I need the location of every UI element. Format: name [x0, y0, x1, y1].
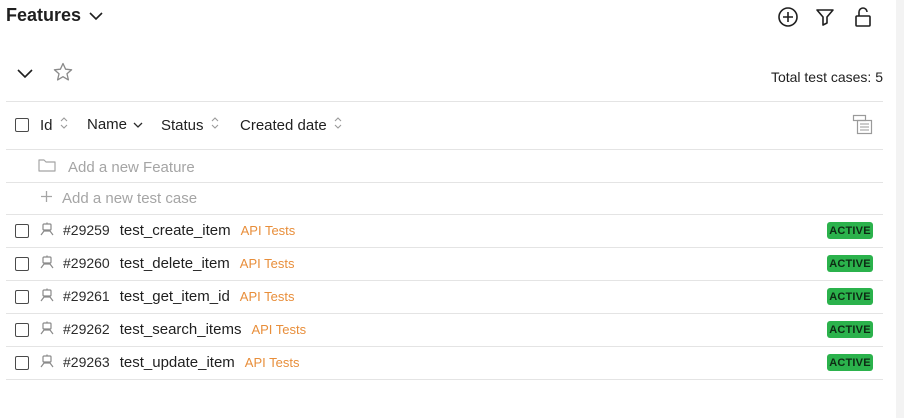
divider — [6, 379, 883, 380]
add-test-case-row[interactable]: Add a new test case — [40, 190, 197, 207]
scrollbar[interactable] — [896, 0, 904, 418]
column-header-created-date[interactable]: Created date — [240, 116, 343, 134]
collapse-chevron-icon[interactable] — [17, 66, 33, 84]
column-header-name[interactable]: Name — [87, 116, 143, 133]
sort-down-icon — [133, 116, 143, 133]
automated-test-icon — [40, 255, 54, 276]
folder-icon — [38, 158, 56, 176]
automated-test-icon — [40, 354, 54, 375]
automated-test-icon — [40, 321, 54, 342]
chevron-down-icon — [89, 5, 103, 26]
test-case-name[interactable]: test_search_items — [120, 321, 242, 338]
columns-settings-icon[interactable] — [852, 114, 874, 141]
test-case-name[interactable]: test_get_item_id — [120, 288, 230, 305]
sort-icon — [333, 116, 343, 134]
status-badge: ACTIVE — [827, 288, 873, 305]
test-case-tag[interactable]: API Tests — [240, 289, 295, 304]
add-test-case-label: Add a new test case — [62, 190, 198, 207]
unlock-icon[interactable] — [851, 5, 875, 29]
page-title-text: Features — [6, 5, 82, 25]
table-row[interactable]: #29260 test_delete_item API Tests ACTIVE — [6, 248, 883, 280]
test-case-name[interactable]: test_delete_item — [120, 255, 230, 272]
filter-icon[interactable] — [813, 5, 837, 29]
row-checkbox[interactable] — [15, 290, 29, 304]
star-icon[interactable] — [53, 62, 73, 87]
test-case-tag[interactable]: API Tests — [240, 256, 295, 271]
test-case-id: #29263 — [63, 354, 110, 370]
row-checkbox[interactable] — [15, 224, 29, 238]
test-case-name[interactable]: test_create_item — [120, 222, 231, 239]
sort-icon — [59, 116, 69, 134]
column-header-created-date-label: Created date — [240, 116, 327, 134]
test-case-tag[interactable]: API Tests — [251, 322, 306, 337]
column-header-name-label: Name — [87, 116, 128, 133]
divider — [6, 149, 883, 150]
total-test-cases: Total test cases: 5 — [770, 69, 883, 85]
table-row[interactable]: #29261 test_get_item_id API Tests ACTIVE — [6, 281, 883, 313]
test-case-id: #29261 — [63, 288, 110, 304]
table-row[interactable]: #29262 test_search_items API Tests ACTIV… — [6, 314, 883, 346]
status-badge: ACTIVE — [827, 321, 873, 338]
add-feature-row[interactable]: Add a new Feature — [38, 158, 195, 176]
test-case-id: #29259 — [63, 222, 110, 238]
column-header-status-label: Status — [161, 116, 204, 134]
test-case-name[interactable]: test_update_item — [120, 354, 235, 371]
row-checkbox[interactable] — [15, 323, 29, 337]
status-badge: ACTIVE — [827, 222, 873, 239]
plus-icon — [40, 190, 53, 207]
column-header-id-label: Id — [40, 116, 53, 134]
row-checkbox[interactable] — [15, 257, 29, 271]
page-title[interactable]: Features — [6, 5, 103, 26]
sort-icon — [210, 116, 220, 134]
test-case-tag[interactable]: API Tests — [241, 223, 296, 238]
test-case-tag[interactable]: API Tests — [245, 355, 300, 370]
add-circle-icon[interactable] — [776, 5, 800, 29]
automated-test-icon — [40, 222, 54, 243]
table-row[interactable]: #29263 test_update_item API Tests ACTIVE — [6, 347, 883, 379]
column-header-status[interactable]: Status — [161, 116, 220, 134]
test-case-id: #29262 — [63, 321, 110, 337]
select-all-checkbox[interactable] — [15, 118, 29, 132]
status-badge: ACTIVE — [827, 354, 873, 371]
row-checkbox[interactable] — [15, 356, 29, 370]
column-header-id[interactable]: Id — [40, 116, 69, 134]
status-badge: ACTIVE — [827, 255, 873, 272]
test-case-id: #29260 — [63, 255, 110, 271]
divider — [6, 101, 883, 102]
table-row[interactable]: #29259 test_create_item API Tests ACTIVE — [6, 215, 883, 247]
add-feature-label: Add a new Feature — [68, 158, 195, 176]
divider — [6, 182, 883, 183]
automated-test-icon — [40, 288, 54, 309]
